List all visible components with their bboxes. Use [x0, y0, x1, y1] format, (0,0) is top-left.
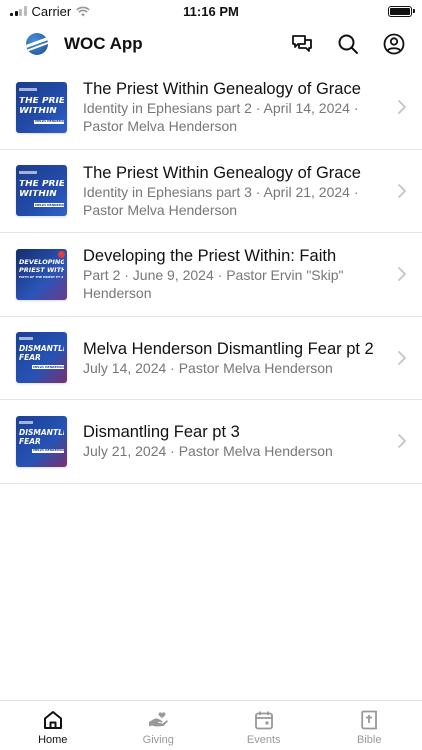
header-actions	[290, 32, 406, 56]
sermon-title: Developing the Priest Within: Faith	[83, 247, 337, 266]
chevron-right-icon	[398, 350, 406, 365]
list-item-text: Dismantling Fear pt 3 July 21, 2024 · Pa…	[83, 422, 390, 460]
carrier-label: Carrier	[31, 3, 72, 19]
sermon-thumbnail: DEVELOPING THE PRIEST WITHIN FAITH OF TH…	[16, 248, 67, 300]
chevron-right-icon	[398, 100, 406, 115]
sermon-list: THE PRIEST WITHIN MELVA HENDERSON The Pr…	[0, 66, 422, 484]
list-item-text: Developing the Priest Within: Faith Part…	[83, 246, 390, 302]
chevron-right-icon	[398, 434, 406, 449]
tab-label: Giving	[142, 734, 174, 746]
sermon-title: The Priest Within Genealogy of Grace	[83, 163, 361, 182]
wifi-icon	[76, 6, 90, 16]
tab-events[interactable]: Events	[211, 701, 317, 750]
sermon-title: The Priest Within Genealogy of Grace	[83, 80, 361, 99]
signal-icon	[10, 6, 27, 16]
tab-bar: Home Giving Events Bible	[0, 700, 422, 750]
status-bar: Carrier 11:16 PM	[0, 0, 422, 22]
chevron-right-icon	[398, 267, 406, 282]
list-item[interactable]: THE PRIEST WITHIN MELVA HENDERSON The Pr…	[0, 66, 422, 150]
status-left: Carrier	[10, 4, 90, 19]
sermon-title: Melva Henderson Dismantling Fear pt 2	[83, 339, 374, 358]
list-item[interactable]: DISMANTLING FEAR MELVA HENDERSON Melva H…	[0, 317, 422, 400]
sermon-subtitle: Part 2 · June 9, 2024 · Pastor Ervin "Sk…	[83, 267, 344, 302]
giving-icon	[147, 709, 169, 731]
sermon-subtitle: July 21, 2024 · Pastor Melva Henderson	[83, 443, 333, 460]
list-item-text: Melva Henderson Dismantling Fear pt 2 Ju…	[83, 339, 390, 377]
sermon-thumbnail: DISMANTLING FEAR MELVA HENDERSON	[16, 415, 67, 467]
sermon-thumbnail: THE PRIEST WITHIN MELVA HENDERSON	[16, 81, 67, 133]
list-item-text: The Priest Within Genealogy of Grace Ide…	[83, 163, 390, 219]
list-item-text: The Priest Within Genealogy of Grace Ide…	[83, 79, 390, 135]
battery-icon	[388, 5, 415, 17]
sermon-thumbnail: THE PRIEST WITHIN MELVA HENDERSON	[16, 165, 67, 217]
sermon-title: Dismantling Fear pt 3	[83, 423, 240, 442]
tab-home[interactable]: Home	[0, 701, 106, 750]
chat-icon[interactable]	[290, 32, 314, 56]
sermon-subtitle: July 14, 2024 · Pastor Melva Henderson	[83, 359, 333, 376]
tab-giving[interactable]: Giving	[106, 701, 212, 750]
list-item[interactable]: DISMANTLING FEAR MELVA HENDERSON Dismant…	[0, 400, 422, 484]
calendar-icon	[253, 709, 275, 731]
list-item[interactable]: DEVELOPING THE PRIEST WITHIN FAITH OF TH…	[0, 233, 422, 317]
profile-icon[interactable]	[382, 32, 406, 56]
chevron-right-icon	[398, 183, 406, 198]
app-title: WOC App	[64, 34, 143, 53]
tab-label: Bible	[357, 734, 382, 746]
home-icon	[42, 709, 64, 731]
tab-bible[interactable]: Bible	[317, 701, 422, 750]
app-header: WOC App	[0, 22, 422, 66]
sermon-subtitle: Identity in Ephesians part 3 · April 21,…	[83, 183, 359, 218]
tab-label: Home	[38, 734, 68, 746]
sermon-thumbnail: DISMANTLING FEAR MELVA HENDERSON	[16, 332, 67, 384]
list-item[interactable]: THE PRIEST WITHIN MELVA HENDERSON The Pr…	[0, 150, 422, 233]
tab-label: Events	[246, 734, 281, 746]
app-logo	[26, 33, 48, 55]
sermon-subtitle: Identity in Ephesians part 2 · April 14,…	[83, 100, 359, 135]
search-icon[interactable]	[336, 32, 360, 56]
bible-icon	[358, 709, 380, 731]
